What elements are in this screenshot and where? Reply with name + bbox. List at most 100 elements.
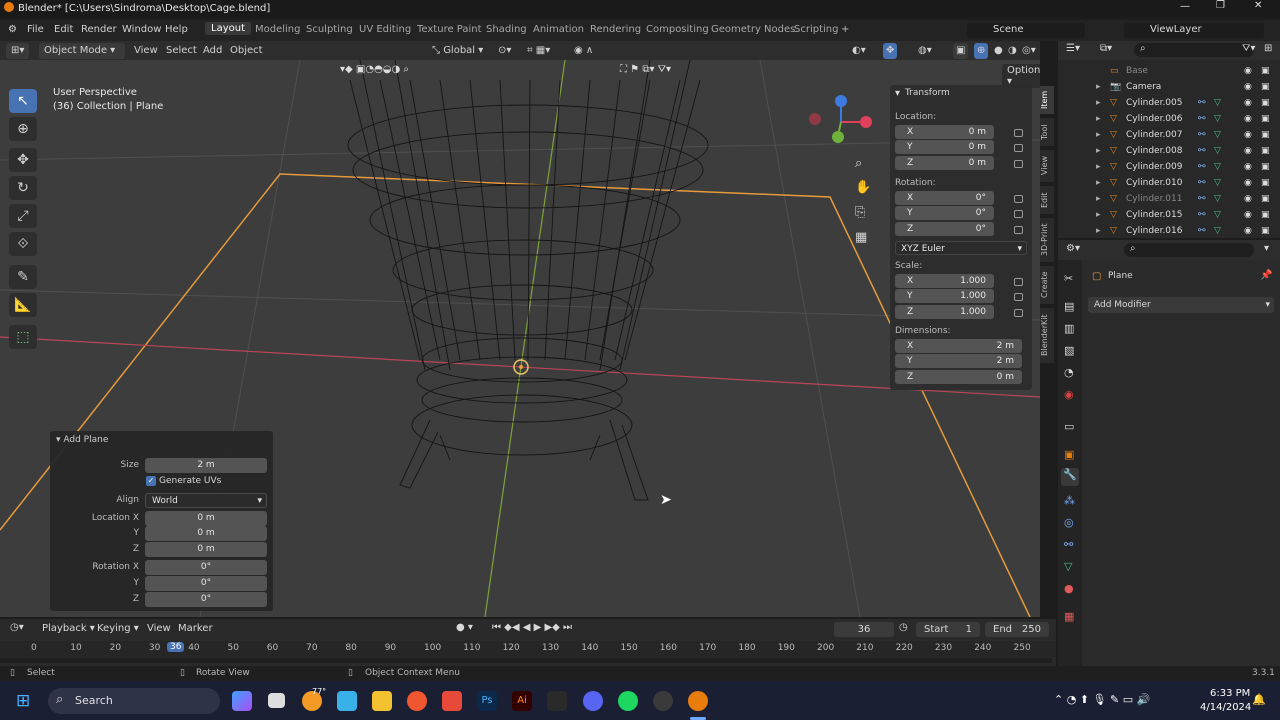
material-tab-icon[interactable]: ● — [1064, 582, 1074, 595]
menu-edit[interactable]: Edit — [54, 24, 73, 35]
render-camera-icon[interactable]: ▣ — [1261, 207, 1270, 223]
start-frame-field[interactable]: Start 1 — [916, 622, 980, 637]
tab-geometry-nodes[interactable]: Geometry Nodes — [711, 24, 795, 35]
maximize-icon[interactable]: ❐ — [1216, 0, 1225, 11]
copilot-icon[interactable] — [232, 691, 252, 711]
orientation-dropdown[interactable]: ⤡ Global ▾ — [432, 43, 483, 59]
display-mode-icon[interactable]: ⧉▾ — [1100, 43, 1112, 54]
visibility-eye-icon[interactable]: ◉ — [1244, 175, 1252, 191]
view-layer-tab-icon[interactable]: ▧ — [1064, 344, 1074, 357]
expand-arrow-icon[interactable]: ▸ — [1096, 191, 1101, 207]
modifier-tab-icon[interactable]: 🔧 — [1061, 468, 1079, 486]
task-view-icon[interactable] — [268, 693, 285, 708]
timeline-scrollbar[interactable] — [0, 658, 1052, 663]
windows-start-icon[interactable]: ⊞ — [16, 691, 30, 711]
view-layer-selector[interactable]: ViewLayer — [1124, 23, 1264, 38]
ortho-grid-icon[interactable]: ▦ — [855, 230, 867, 245]
render-camera-icon[interactable]: ▣ — [1261, 95, 1270, 111]
world-tab-icon[interactable]: ◉ — [1064, 388, 1074, 401]
expand-arrow-icon[interactable]: ▸ — [1096, 159, 1101, 175]
shading-toggle-icons[interactable]: ▾◆ ▣◔◓◒◑ ⌕ — [340, 64, 409, 75]
mode-dropdown[interactable]: Object Mode ▾ — [39, 43, 125, 59]
timeline-view-menu[interactable]: View — [147, 623, 171, 634]
proportional-edit-icon[interactable]: ◉ ∧ — [574, 43, 593, 59]
add-location-z-field[interactable]: 0 m — [145, 542, 267, 557]
align-dropdown[interactable]: World ▾ — [145, 493, 267, 508]
notepad-icon[interactable] — [337, 691, 357, 711]
size-field[interactable]: 2 m — [145, 458, 267, 473]
location-y-field[interactable]: Y 0 m — [895, 140, 994, 154]
render-camera-icon[interactable]: ▣ — [1261, 79, 1270, 95]
tab-create[interactable]: Create — [1040, 266, 1054, 304]
github-icon[interactable] — [653, 691, 673, 711]
add-plane-title[interactable]: ▾ Add Plane — [56, 435, 108, 445]
filter-icon[interactable]: ⛛▾ — [1242, 43, 1255, 54]
expand-arrow-icon[interactable]: ▸ — [1096, 111, 1101, 127]
scale-y-field[interactable]: Y 1.000 — [895, 289, 994, 303]
tab-scripting[interactable]: Scripting — [794, 24, 838, 35]
render-camera-icon[interactable]: ▣ — [1261, 175, 1270, 191]
tab-texture-paint[interactable]: Texture Paint — [417, 24, 482, 35]
tab-3d-print[interactable]: 3D-Print — [1040, 218, 1054, 262]
menu-view[interactable]: View — [134, 43, 158, 59]
pivot-icon[interactable]: ⊙▾ — [498, 43, 511, 59]
properties-search-input[interactable]: ⌕ — [1124, 243, 1254, 257]
collection-tab-icon[interactable]: ▭ — [1064, 420, 1074, 433]
properties-editor-icon[interactable]: ⚙▾ — [1066, 243, 1080, 254]
outliner-row[interactable]: ▸ ▽ Cylinder.015 ⚯ ▽ ◉ ▣ — [1058, 207, 1280, 223]
discord-icon[interactable] — [583, 691, 603, 711]
outliner-row[interactable]: ▸ ▽ Cylinder.008 ⚯ ▽ ◉ ▣ — [1058, 143, 1280, 159]
expand-arrow-icon[interactable]: ▸ — [1096, 79, 1101, 95]
visibility-eye-icon[interactable]: ◉ — [1244, 223, 1252, 238]
visibility-eye-icon[interactable]: ◉ — [1244, 127, 1252, 143]
lock-icon[interactable] — [1014, 210, 1023, 218]
illustrator-icon[interactable]: Ai — [512, 691, 532, 711]
visibility-icon[interactable]: ◐▾ — [852, 43, 866, 59]
scene-tab-icon[interactable]: ◔ — [1064, 366, 1074, 379]
blender-menu-icon[interactable]: ⚙ — [8, 24, 17, 35]
menu-add[interactable]: Add — [203, 43, 222, 59]
location-z-field[interactable]: Z 0 m — [895, 156, 994, 170]
visibility-eye-icon[interactable]: ◉ — [1244, 63, 1252, 79]
playback-controls[interactable]: ⏮ ◆◀ ◀ ▶ ▶◆ ⏭ — [492, 622, 572, 633]
wireframe-shading-icon[interactable]: ⊕ — [974, 43, 989, 59]
tab-modeling[interactable]: Modeling — [255, 24, 301, 35]
options-icon[interactable]: ▾ — [1264, 243, 1269, 254]
lock-icon[interactable] — [1014, 160, 1023, 168]
outliner-row[interactable]: ▸ ▽ Cylinder.016 ⚯ ▽ ◉ ▣ — [1058, 223, 1280, 238]
end-frame-field[interactable]: End 250 — [985, 622, 1049, 637]
select-tool-icon[interactable]: ↖ — [9, 89, 37, 113]
move-tool-icon[interactable]: ✥ — [9, 148, 37, 172]
location-x-field[interactable]: X 0 m — [895, 125, 994, 139]
solid-shading-icon[interactable]: ● — [994, 43, 1003, 59]
cursor-tool-icon[interactable]: ⊕ — [9, 117, 37, 141]
tab-tool[interactable]: Tool — [1040, 118, 1054, 146]
camera-view-icon[interactable]: ⎘ — [855, 205, 865, 220]
outliner-row[interactable]: ▸ ▽ Cylinder.005 ⚯ ▽ ◉ ▣ — [1058, 95, 1280, 111]
panel-collapse-icon[interactable]: ▾ — [895, 88, 900, 99]
outliner-row[interactable]: ▸ ▽ Cylinder.010 ⚯ ▽ ◉ ▣ — [1058, 175, 1280, 191]
tab-animation[interactable]: Animation — [533, 24, 584, 35]
tab-rendering[interactable]: Rendering — [590, 24, 641, 35]
render-camera-icon[interactable]: ▣ — [1261, 127, 1270, 143]
scale-x-field[interactable]: X 1.000 — [895, 274, 994, 288]
render-camera-icon[interactable]: ▣ — [1261, 63, 1270, 79]
expand-arrow-icon[interactable]: ▸ — [1096, 127, 1101, 143]
object-tab-icon[interactable]: ▣ — [1064, 448, 1074, 461]
visibility-eye-icon[interactable]: ◉ — [1244, 95, 1252, 111]
visibility-eye-icon[interactable]: ◉ — [1244, 79, 1252, 95]
material-shading-icon[interactable]: ◑ — [1008, 43, 1017, 59]
tray-tray-icons[interactable]: ⌃ ◔ ⬆ 🎙 ✎ ▭ 🔊 — [1054, 693, 1150, 706]
menu-select[interactable]: Select — [166, 43, 197, 59]
output-tab-icon[interactable]: ▥ — [1064, 322, 1074, 335]
marker-menu[interactable]: Marker — [178, 623, 213, 634]
record-icon[interactable]: ● ▾ — [456, 622, 473, 633]
rotation-z-field[interactable]: Z 0° — [895, 222, 994, 236]
expand-arrow-icon[interactable]: ▸ — [1096, 95, 1101, 111]
physics-tab-icon[interactable]: ◎ — [1064, 516, 1074, 529]
figma-icon[interactable] — [547, 691, 567, 711]
render-camera-icon[interactable]: ▣ — [1261, 143, 1270, 159]
outliner-editor-icon[interactable]: ☰▾ — [1066, 43, 1080, 54]
visibility-eye-icon[interactable]: ◉ — [1244, 159, 1252, 175]
photoshop-icon[interactable]: Ps — [477, 691, 497, 711]
